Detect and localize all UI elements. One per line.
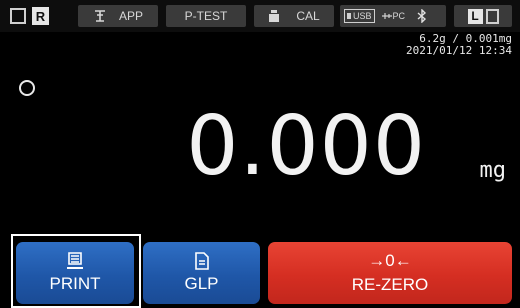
range-info: 6.2g / 0.001mg 2021/01/12 12:34 bbox=[406, 33, 512, 57]
date-time: 2021/01/12 12:34 bbox=[406, 44, 512, 57]
empty-square-icon bbox=[485, 8, 499, 24]
r-badge: R bbox=[32, 7, 49, 25]
bluetooth-icon bbox=[417, 9, 427, 23]
usb-label: USB bbox=[353, 11, 372, 21]
app-label: APP bbox=[118, 9, 143, 23]
weight-reading: 0.000 bbox=[186, 99, 426, 194]
weight-unit: mg bbox=[479, 158, 507, 183]
l-indicator: L bbox=[454, 5, 512, 27]
pc-connection-icon: PC bbox=[381, 11, 406, 21]
cal-label: CAL bbox=[296, 9, 320, 23]
glp-label: GLP bbox=[184, 274, 219, 293]
l-badge: L bbox=[467, 8, 483, 24]
cal-button[interactable]: CAL bbox=[254, 5, 334, 27]
empty-square-icon bbox=[10, 8, 26, 24]
focus-outline bbox=[11, 234, 141, 308]
connection-status[interactable]: USB PC bbox=[340, 5, 446, 27]
usb-icon: USB bbox=[344, 9, 375, 23]
re-zero-label: RE-ZERO bbox=[351, 275, 429, 294]
zero-arrows-icon: →0← bbox=[368, 251, 412, 270]
p-test-button[interactable]: P-TEST bbox=[166, 5, 246, 27]
r-indicator: R bbox=[6, 6, 64, 26]
balance-icon bbox=[94, 10, 105, 22]
status-bar: R APP P-TEST CAL USB PC L bbox=[0, 0, 520, 32]
pc-label: PC bbox=[392, 11, 406, 21]
document-icon bbox=[194, 252, 209, 270]
re-zero-button[interactable]: →0← RE-ZERO bbox=[268, 242, 512, 304]
stability-indicator bbox=[19, 80, 35, 96]
app-button[interactable]: APP bbox=[78, 5, 158, 27]
glp-button[interactable]: GLP bbox=[143, 242, 260, 304]
p-test-label: P-TEST bbox=[184, 9, 228, 23]
weight-icon bbox=[269, 10, 280, 22]
